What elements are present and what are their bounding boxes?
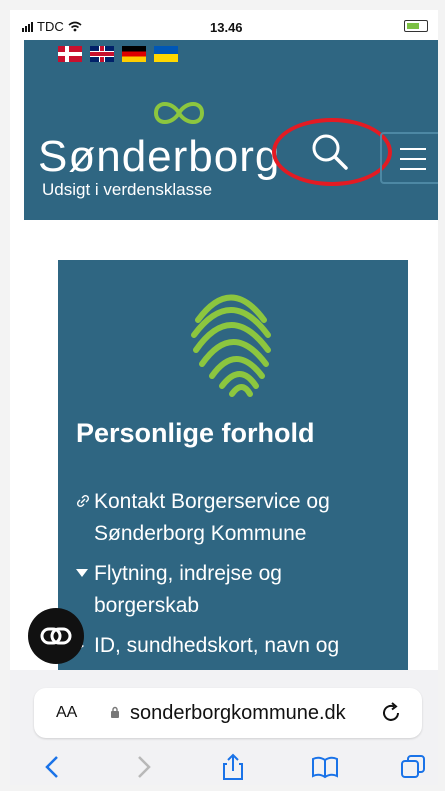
link-icon [76, 486, 90, 519]
list-item-label: Flytning, indrejse og borgerskab [94, 562, 282, 617]
carrier-group: TDC [22, 19, 82, 34]
back-icon[interactable] [38, 752, 68, 782]
url-text[interactable]: sonderborgkommune.dk [130, 702, 346, 725]
battery-icon [404, 20, 428, 32]
wifi-icon [68, 21, 82, 32]
carrier-name: TDC [37, 19, 64, 34]
card-title: Personlige forhold [76, 418, 315, 448]
flag-english-icon[interactable] [90, 46, 114, 62]
signal-icon [22, 21, 33, 32]
personal-matters-card: Personlige forhold Kontakt Borgerservice… [58, 260, 408, 690]
hamburger-line [400, 158, 426, 160]
site-header: Sønderborg Udsigt i verdensklasse [24, 40, 438, 220]
screenshot-frame: TDC 13.46 Sønderborg Udsigt i verdenskla… [0, 0, 445, 791]
infinity-logo-icon [153, 102, 205, 124]
brand-tagline: Udsigt i verdensklasse [42, 180, 213, 199]
floating-link-button[interactable] [28, 608, 84, 664]
address-bar[interactable]: AA sonderborgkommune.dk [34, 688, 422, 738]
list-item-contact[interactable]: Kontakt Borgerservice og Sønderborg Komm… [76, 486, 386, 550]
phone-screen: TDC 13.46 Sønderborg Udsigt i verdenskla… [10, 10, 438, 785]
chain-link-icon [40, 627, 72, 645]
text-size-button[interactable]: AA [56, 704, 77, 722]
flag-danish-icon[interactable] [58, 46, 82, 62]
search-icon[interactable] [310, 132, 350, 172]
triangle-down-icon [76, 558, 88, 590]
browser-toolbar [10, 752, 438, 782]
lock-icon [111, 706, 119, 718]
flag-ukrainian-icon[interactable] [154, 46, 178, 62]
list-item-moving[interactable]: Flytning, indrejse og borgerskab [76, 558, 386, 622]
browser-bottom-bar: AA sonderborgkommune.dk [10, 670, 438, 785]
share-icon[interactable] [218, 752, 248, 782]
hamburger-line [400, 168, 426, 170]
menu-button[interactable] [380, 132, 438, 184]
list-item-label: Kontakt Borgerservice og Sønderborg Komm… [94, 490, 330, 545]
tabs-icon[interactable] [398, 752, 428, 782]
language-flags [58, 46, 178, 62]
clock: 13.46 [210, 20, 243, 35]
reload-icon[interactable] [378, 700, 404, 726]
brand-name[interactable]: Sønderborg [38, 132, 280, 182]
flag-german-icon[interactable] [122, 46, 146, 62]
status-bar: TDC 13.46 [10, 10, 438, 40]
forward-icon[interactable] [128, 752, 158, 782]
bookmarks-icon[interactable] [310, 752, 340, 782]
hamburger-line [400, 148, 426, 150]
fingerprint-icon [191, 294, 271, 397]
